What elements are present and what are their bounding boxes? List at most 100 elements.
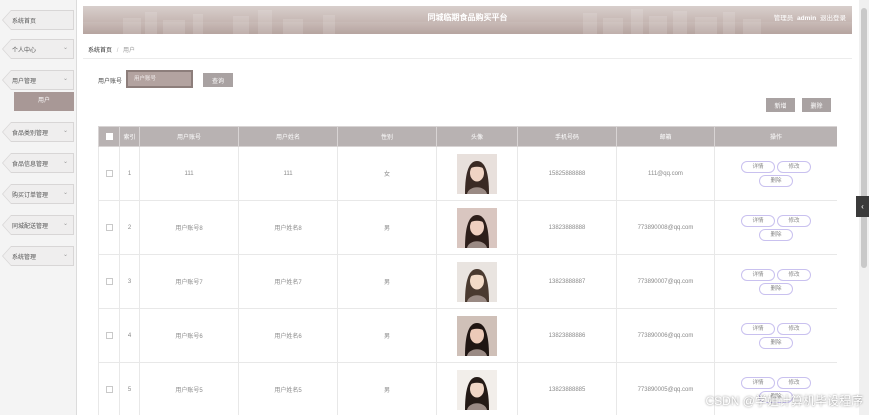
cell-name: 用户姓名5: [238, 362, 338, 415]
avatar: [457, 369, 497, 410]
sidebar-item-user-management[interactable]: 用户管理 ⌄: [2, 70, 74, 90]
cell-phone: 13823888886: [517, 308, 617, 363]
column-header[interactable]: 用户姓名: [238, 126, 338, 147]
sidebar-item-home[interactable]: 系统首页: [2, 10, 74, 30]
edit-button[interactable]: 修改: [777, 160, 811, 173]
table-row[interactable]: 3 用户账号7 用户姓名7 男 13823888887 773890007@qq.com 详…: [98, 254, 837, 309]
logout-link[interactable]: 退出登录: [820, 15, 846, 22]
detail-button[interactable]: 详情: [741, 160, 775, 173]
avatar: [457, 207, 497, 248]
chevron-down-icon: ⌄: [62, 252, 68, 258]
cell-avatar: [436, 200, 518, 255]
delete-button[interactable]: 删除: [759, 336, 793, 349]
batch-delete-button[interactable]: 删除: [802, 98, 831, 112]
cell-avatar: [436, 308, 518, 363]
column-header[interactable]: 索引: [119, 126, 140, 147]
row-checkbox[interactable]: [105, 385, 113, 393]
row-select-cell: [98, 362, 120, 415]
cell-avatar: [436, 254, 518, 309]
cell-email: 111@qq.com: [616, 146, 715, 201]
sidebar-subitem-user[interactable]: 用户: [14, 92, 74, 111]
sidebar: 系统首页 个人中心 ⌄ 用户管理 ⌄ 用户 食品类别管理 ⌄ 食品信息管理 ⌄ …: [0, 0, 77, 415]
breadcrumb: 系统首页 / 用户: [88, 45, 135, 54]
table-row[interactable]: 1 111 111 女 15825888888 111@qq.com 详情 修改删除: [98, 146, 837, 201]
chevron-down-icon: ⌄: [62, 76, 68, 82]
header-user-area: 管理员 admin 退出登录: [772, 12, 846, 22]
sidebar-item-label: 食品信息管理: [12, 162, 49, 168]
sidebar-item-personal-center[interactable]: 个人中心 ⌄: [2, 39, 74, 59]
header-banner: 同城临期食品购买平台 管理员 admin 退出登录: [83, 6, 852, 34]
edit-button[interactable]: 修改: [777, 268, 811, 281]
cell-index: 1: [119, 146, 140, 201]
delete-button[interactable]: 删除: [759, 228, 793, 241]
delete-button[interactable]: 删除: [759, 282, 793, 295]
row-select-cell: [98, 200, 120, 255]
breadcrumb-current: 用户: [123, 48, 136, 54]
watermark: CSDN @学姐计算机毕设程序: [705, 394, 863, 408]
cell-account: 用户账号8: [139, 200, 239, 255]
sidebar-item-label: 食品类别管理: [12, 131, 49, 137]
cell-gender: 男: [337, 200, 437, 255]
column-header[interactable]: 性别: [337, 126, 437, 147]
chevron-down-icon: ⌄: [62, 190, 68, 196]
cell-email: 773890006@qq.com: [616, 308, 715, 363]
row-checkbox[interactable]: [105, 331, 113, 339]
page-scrollbar-thumb[interactable]: [861, 8, 867, 268]
cell-name: 用户姓名8: [238, 200, 338, 255]
edit-button[interactable]: 修改: [777, 214, 811, 227]
row-actions: 详情 修改删除: [738, 214, 814, 242]
column-header[interactable]: 操作: [714, 126, 837, 147]
table-row[interactable]: 2 用户账号8 用户姓名8 男 13823888888 773890008@qq.com 详…: [98, 200, 837, 255]
sidebar-item-food-info[interactable]: 食品信息管理 ⌄: [2, 153, 74, 173]
detail-button[interactable]: 详情: [741, 376, 775, 389]
search-button[interactable]: 查询: [203, 73, 233, 87]
column-header[interactable]: 手机号码: [517, 126, 617, 147]
cell-avatar: [436, 146, 518, 201]
edit-button[interactable]: 修改: [777, 322, 811, 335]
row-checkbox[interactable]: [105, 169, 113, 177]
sidebar-item-orders[interactable]: 购买订单管理 ⌄: [2, 184, 74, 204]
column-header[interactable]: 用户账号: [139, 126, 239, 147]
row-checkbox[interactable]: [105, 277, 113, 285]
cell-avatar: [436, 362, 518, 415]
select-all-cell: [98, 126, 120, 147]
row-actions: 详情 修改删除: [738, 268, 814, 296]
add-button[interactable]: 新增: [766, 98, 795, 112]
cell-phone: 13823888887: [517, 254, 617, 309]
sidebar-item-system[interactable]: 系统管理 ⌄: [2, 246, 74, 266]
cell-actions: 详情 修改删除: [714, 146, 837, 201]
cell-index: 4: [119, 308, 140, 363]
cell-account: 用户账号6: [139, 308, 239, 363]
chevron-down-icon: ⌄: [62, 45, 68, 51]
cell-name: 111: [238, 146, 338, 201]
breadcrumb-separator: /: [116, 48, 119, 54]
detail-button[interactable]: 详情: [741, 214, 775, 227]
avatar: [457, 261, 497, 302]
table-row[interactable]: 4 用户账号6 用户姓名6 男 13823888886 773890006@qq.com 详…: [98, 308, 837, 363]
sidebar-item-label: 系统首页: [12, 19, 37, 25]
detail-button[interactable]: 详情: [741, 268, 775, 281]
column-header[interactable]: 邮箱: [616, 126, 715, 147]
sidebar-item-delivery[interactable]: 同城配送管理 ⌄: [2, 215, 74, 235]
column-header[interactable]: 头像: [436, 126, 518, 147]
delete-button[interactable]: 删除: [759, 174, 793, 187]
detail-button[interactable]: 详情: [741, 322, 775, 335]
chevron-left-icon[interactable]: ‹: [856, 196, 869, 217]
search-label: 用户账号: [98, 79, 123, 85]
sidebar-item-food-category[interactable]: 食品类别管理 ⌄: [2, 122, 74, 142]
cell-name: 用户姓名6: [238, 308, 338, 363]
avatar: [457, 315, 497, 356]
edit-button[interactable]: 修改: [777, 376, 811, 389]
cell-index: 3: [119, 254, 140, 309]
row-checkbox[interactable]: [105, 223, 113, 231]
username: admin: [797, 15, 817, 22]
breadcrumb-home[interactable]: 系统首页: [88, 48, 112, 54]
sidebar-item-label: 个人中心: [12, 48, 37, 54]
select-all-checkbox[interactable]: [105, 132, 113, 140]
cell-index: 5: [119, 362, 140, 415]
cell-name: 用户姓名7: [238, 254, 338, 309]
search-input[interactable]: [126, 70, 193, 88]
cell-actions: 详情 修改删除: [714, 254, 837, 309]
user-table-container: 索引 用户账号 用户姓名 性别 头像 手机号码 邮箱 操作 1 111 111 女 15…: [98, 126, 837, 415]
chevron-down-icon: ⌄: [62, 221, 68, 227]
